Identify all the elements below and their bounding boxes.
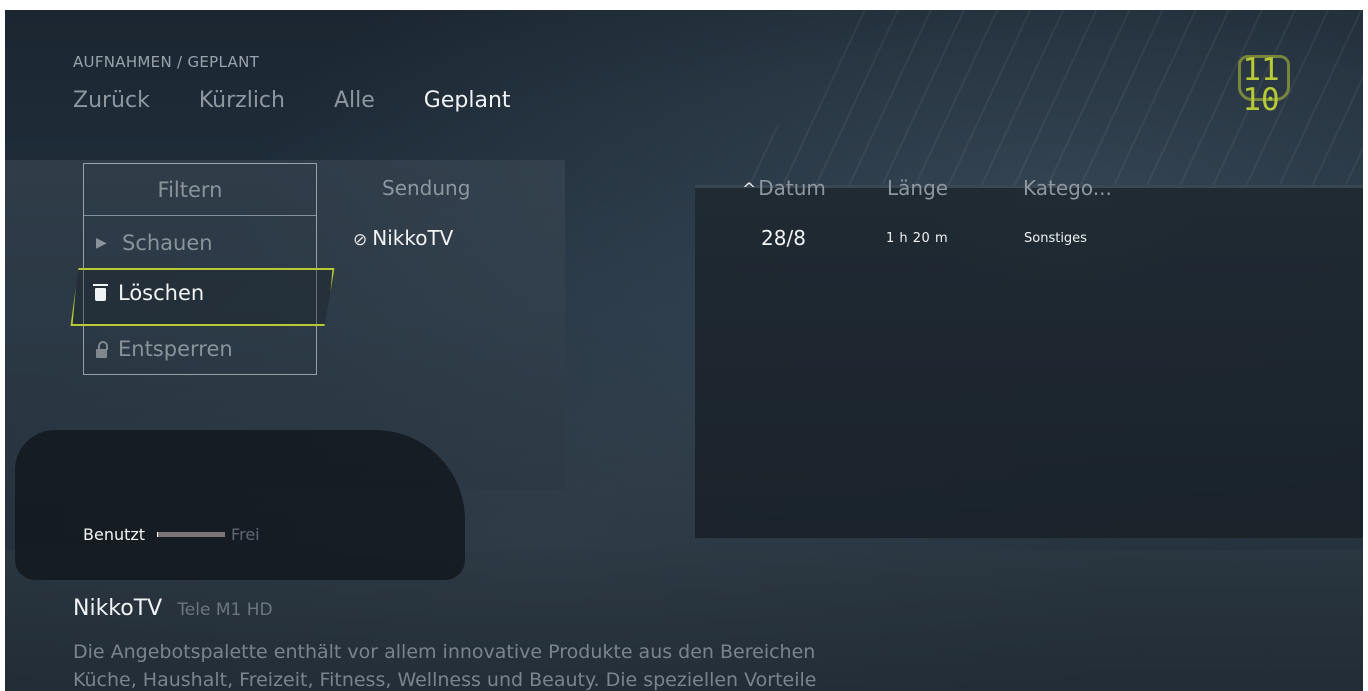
unlock-label: Entsperren xyxy=(118,337,233,361)
storage-free-label: Frei xyxy=(231,525,260,544)
detail-heading: NikkoTV Tele M1 HD xyxy=(73,596,273,621)
recording-date: 28/8 xyxy=(761,226,806,250)
description-line: Küche, Haushalt, Freizeit, Fitness, Well… xyxy=(73,669,817,691)
tab-all[interactable]: Alle xyxy=(334,88,375,113)
clock-minutes: 10 xyxy=(1242,82,1280,118)
filter-button[interactable]: Filtern xyxy=(84,164,316,216)
tab-recent[interactable]: Kürzlich xyxy=(199,88,285,113)
recording-category: Sonstiges xyxy=(1024,231,1087,246)
unlock-button[interactable]: Entsperren xyxy=(84,323,316,375)
recording-title: NikkoTV xyxy=(372,226,454,250)
tab-scheduled[interactable]: Geplant xyxy=(424,88,511,113)
column-header-date[interactable]: ^ Datum xyxy=(742,176,826,200)
detail-channel: Tele M1 HD xyxy=(177,600,273,620)
recording-title-cell: ⊘ NikkoTV xyxy=(353,226,453,250)
tv-screen: AUFNAHMEN / GEPLANT Zurück Kürzlich Alle… xyxy=(5,10,1363,691)
storage-used-label: Benutzt xyxy=(83,525,146,544)
nav-tabs: Zurück Kürzlich Alle Geplant xyxy=(73,88,560,113)
delete-label: Löschen xyxy=(118,281,205,305)
recording-length: 1 h 20 m xyxy=(886,231,949,246)
clock: 11 10 xyxy=(1232,55,1290,125)
breadcrumb: AUFNAHMEN / GEPLANT xyxy=(73,53,260,71)
sort-ascending-icon: ^ xyxy=(742,180,757,200)
table-row[interactable]: ⊘ NikkoTV 28/8 1 h 20 m Sonstiges xyxy=(5,226,1363,260)
column-header-date-label: Datum xyxy=(758,176,826,200)
description-line: Die Angebotspalette enthält vor allem in… xyxy=(73,641,816,663)
storage-usage: Benutzt Frei xyxy=(83,525,260,544)
filter-label: Filtern xyxy=(157,177,223,202)
trash-icon xyxy=(93,283,108,301)
storage-bar xyxy=(157,532,226,537)
column-header-title[interactable]: Sendung xyxy=(382,176,470,200)
background-car xyxy=(15,430,465,580)
blocked-icon: ⊘ xyxy=(353,230,368,250)
column-header-length[interactable]: Länge xyxy=(887,176,948,200)
detail-description: Die Angebotspalette enthält vor allem in… xyxy=(73,638,973,691)
detail-title: NikkoTV xyxy=(73,596,163,621)
delete-button[interactable]: Löschen xyxy=(93,281,205,305)
storage-bar-fill xyxy=(157,532,159,537)
column-header-category[interactable]: Katego... xyxy=(1023,176,1112,200)
clock-hours: 11 xyxy=(1242,52,1280,88)
tab-back[interactable]: Zurück xyxy=(73,88,150,113)
lock-icon xyxy=(96,340,108,358)
